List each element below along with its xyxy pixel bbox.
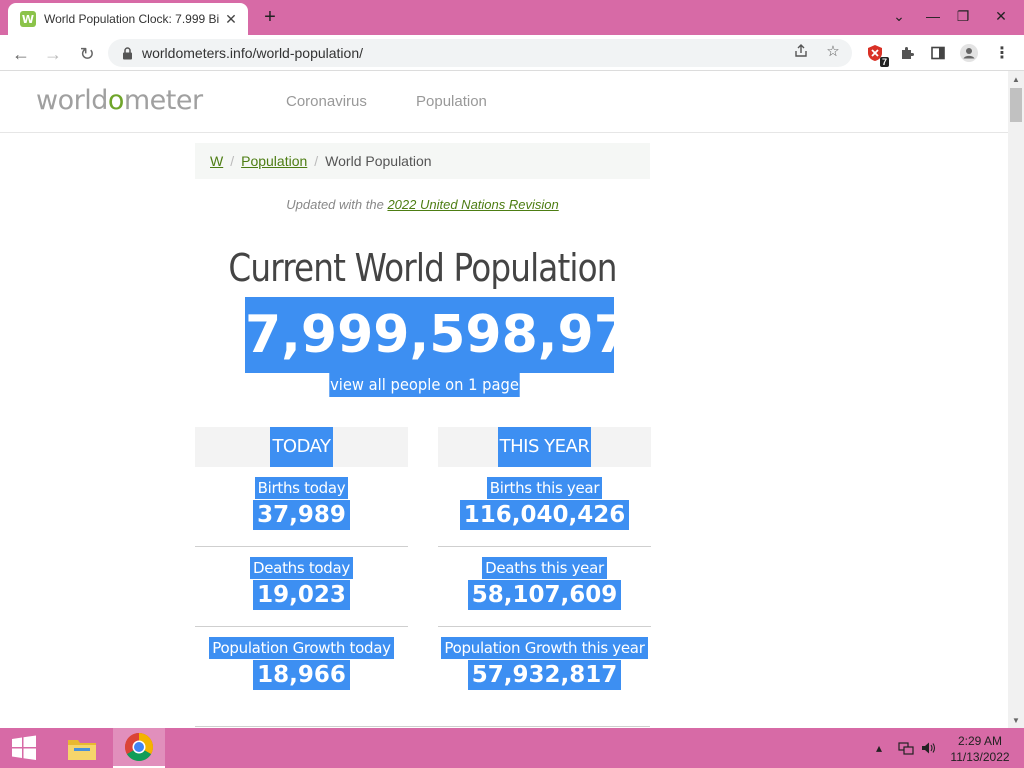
windows-taskbar: ▴ 2:29 AM 11/13/2022 xyxy=(0,728,1024,768)
stat-value: 37,989 xyxy=(253,500,350,530)
breadcrumb-population-link[interactable]: Population xyxy=(241,153,307,169)
stat-value: 18,966 xyxy=(253,660,350,690)
breadcrumb-current: World Population xyxy=(325,153,432,169)
show-hidden-icons-icon[interactable]: ▴ xyxy=(876,728,882,768)
stat-label: Population Growth today xyxy=(209,637,394,659)
un-revision-link[interactable]: 2022 United Nations Revision xyxy=(387,197,558,212)
this-year-heading: THIS YEAR xyxy=(497,427,592,467)
section-divider xyxy=(195,726,650,727)
stat-label: Births today xyxy=(254,477,349,499)
page-title: Current World Population xyxy=(228,246,617,290)
worldometer-favicon-icon: W xyxy=(20,11,36,27)
deaths-this-year-stat: Deaths this year 58,107,609 xyxy=(438,547,651,627)
updated-note: Updated with the 2022 United Nations Rev… xyxy=(286,197,559,212)
bookmark-star-icon[interactable]: ☆ xyxy=(822,40,844,62)
births-today-stat: Births today 37,989 xyxy=(195,467,408,547)
site-header: worldometer Coronavirus Population xyxy=(0,71,1008,133)
today-heading-box: TODAY xyxy=(195,427,408,467)
file-explorer-icon[interactable] xyxy=(56,728,108,768)
breadcrumb-separator: / xyxy=(314,153,319,169)
side-panel-icon[interactable] xyxy=(927,42,949,64)
births-this-year-stat: Births this year 116,040,426 xyxy=(438,467,651,547)
kebab-menu-icon[interactable]: ⋮ xyxy=(991,42,1013,64)
page-viewport: worldometer Coronavirus Population W / P… xyxy=(0,71,1008,728)
extension-badge: 7 xyxy=(879,57,889,67)
close-window-button[interactable]: ✕ xyxy=(978,0,1024,32)
windows-start-icon[interactable] xyxy=(0,728,48,768)
this-year-heading-box: THIS YEAR xyxy=(438,427,651,467)
population-counter: 7,999,598,972 xyxy=(245,297,666,373)
stat-value: 116,040,426 xyxy=(459,500,630,530)
chrome-taskbar-icon[interactable] xyxy=(113,728,165,768)
stat-value: 57,932,817 xyxy=(467,660,622,690)
breadcrumb-separator: / xyxy=(230,153,235,169)
browser-tab-active[interactable]: W World Population Clock: 7.999 Billion … xyxy=(8,3,248,35)
url-text: worldometers.info/world-population/ xyxy=(142,45,363,61)
clock-time: 2:29 AM xyxy=(957,734,1003,748)
stat-label: Births this year xyxy=(486,477,603,499)
deaths-today-stat: Deaths today 19,023 xyxy=(195,547,408,627)
scroll-thumb[interactable] xyxy=(1010,88,1022,122)
profile-avatar-icon[interactable] xyxy=(958,42,980,64)
taskbar-clock[interactable]: 2:29 AM 11/13/2022 xyxy=(940,733,1020,765)
browser-tab-strip: W World Population Clock: 7.999 Billion … xyxy=(0,0,1024,35)
this-year-column: THIS YEAR Births this year 116,040,426 D… xyxy=(438,427,651,707)
share-icon[interactable] xyxy=(790,40,812,62)
address-bar[interactable]: worldometers.info/world-population/ xyxy=(108,39,852,67)
volume-icon[interactable] xyxy=(921,728,937,768)
breadcrumb: W / Population / World Population xyxy=(195,143,650,179)
worldometer-logo[interactable]: worldometer xyxy=(36,85,203,116)
lock-icon[interactable] xyxy=(120,46,134,60)
restore-button[interactable]: ❐ xyxy=(946,0,980,32)
back-arrow-icon[interactable]: ← xyxy=(8,41,34,67)
stat-value: 58,107,609 xyxy=(467,580,622,610)
growth-this-year-stat: Population Growth this year 57,932,817 xyxy=(438,627,651,707)
today-heading: TODAY xyxy=(270,427,333,467)
view-all-people-link[interactable]: view all people on 1 page > xyxy=(329,373,520,418)
address-toolbar: ← → ↻ worldometers.info/world-population… xyxy=(0,35,1024,71)
forward-arrow-icon[interactable]: → xyxy=(40,41,66,67)
stat-label: Deaths this year xyxy=(482,557,607,579)
scroll-up-arrow-icon[interactable]: ▲ xyxy=(1008,71,1024,87)
stat-value: 19,023 xyxy=(253,580,350,610)
breadcrumb-home-link[interactable]: W xyxy=(210,153,223,169)
puzzle-extensions-icon[interactable] xyxy=(896,42,918,64)
tab-close-icon[interactable]: ✕ xyxy=(222,11,240,28)
reload-icon[interactable]: ↻ xyxy=(74,41,100,67)
network-icon[interactable] xyxy=(898,728,914,768)
stat-label: Population Growth this year xyxy=(441,637,648,659)
stat-label: Deaths today xyxy=(250,557,353,579)
today-column: TODAY Births today 37,989 Deaths today 1… xyxy=(195,427,408,707)
tab-search-chevron-icon[interactable]: ⌄ xyxy=(882,0,916,32)
tab-title: World Population Clock: 7.999 Billion Pe… xyxy=(44,12,220,26)
new-tab-button[interactable]: + xyxy=(258,6,282,30)
minimize-button[interactable]: — xyxy=(916,0,950,32)
nav-coronavirus[interactable]: Coronavirus xyxy=(286,93,367,110)
clock-date: 11/13/2022 xyxy=(950,750,1010,764)
growth-today-stat: Population Growth today 18,966 xyxy=(195,627,408,707)
shield-extension-icon[interactable]: 7 xyxy=(864,42,889,67)
nav-population[interactable]: Population xyxy=(416,93,487,110)
scroll-down-arrow-icon[interactable]: ▼ xyxy=(1008,712,1024,728)
page-scrollbar[interactable]: ▲ ▼ xyxy=(1008,71,1024,728)
